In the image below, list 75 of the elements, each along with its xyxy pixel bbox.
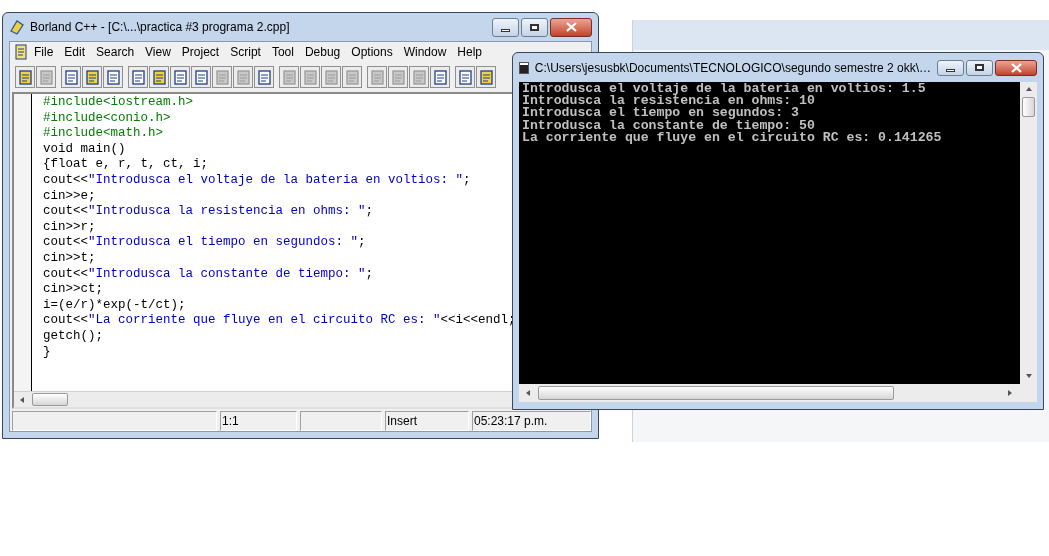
menu-item[interactable]: Project: [176, 43, 225, 61]
up-arrow-icon[interactable]: [1024, 85, 1033, 93]
menu-item[interactable]: Search: [91, 43, 140, 61]
window-title: Borland C++ - [C:\...\practica #3 programa 2.cpp]: [30, 19, 291, 36]
console-line: Introdusca la resistencia en ohms: 10: [522, 95, 815, 108]
tool-icon[interactable]: [103, 66, 123, 88]
maximize-button[interactable]: [521, 17, 548, 37]
code-line: #include<math.h>: [43, 126, 164, 142]
console-line: Introdusca el voltaje de la bateria en voltios: 1.5: [522, 83, 926, 96]
menu-item[interactable]: View: [140, 43, 176, 61]
tool-icon[interactable]: [149, 66, 169, 88]
menu-item[interactable]: Edit: [59, 43, 91, 61]
close-button[interactable]: [550, 17, 592, 37]
code-line: cin>>r;: [43, 219, 96, 236]
tool-icon[interactable]: [82, 66, 102, 88]
tool-icon[interactable]: [476, 66, 496, 88]
document-icon: [14, 44, 28, 60]
code-line: getch();: [43, 328, 103, 345]
menu-item[interactable]: Tool: [266, 43, 299, 61]
code-line: cout<<"Introdusca la resistencia en ohms: ";: [43, 204, 374, 220]
vertical-scrollbar[interactable]: [1020, 82, 1037, 384]
close-button[interactable]: [995, 59, 1037, 76]
menu-item[interactable]: File: [29, 43, 59, 61]
code-line: #include<conio.h>: [43, 110, 171, 127]
code-line: cout<<"Introdusca el tiempo en segundos: ";: [43, 235, 366, 251]
tool-icon[interactable]: [61, 66, 81, 88]
code-line: cin>>ct;: [43, 282, 103, 298]
menu-item[interactable]: Options: [346, 43, 398, 61]
status-cell: 05:23:17 p.m.: [472, 411, 591, 431]
code-line: cout<<"Introdusca la constante de tiempo: ";: [43, 266, 374, 283]
code-line: i=(e/r)*exp(-t/ct);: [43, 297, 186, 314]
app-icon: [9, 19, 25, 35]
left-arrow-icon[interactable]: [18, 395, 26, 404]
down-arrow-icon[interactable]: [1024, 372, 1033, 380]
code-line: cin>>e;: [43, 188, 96, 205]
scrollbar-thumb[interactable]: [538, 386, 894, 400]
console-line: Introdusca el tiempo en segundos: 3: [522, 107, 799, 120]
window-title: C:\Users\jesusbk\Documents\TECNOLOGICO\segundo semestre 2 okk\…: [534, 59, 931, 77]
maximize-icon: [530, 23, 539, 31]
horizontal-scrollbar[interactable]: [519, 384, 1037, 402]
tool-icon[interactable]: [191, 66, 211, 88]
close-icon: [1010, 62, 1022, 73]
tool-icon[interactable]: [170, 66, 190, 88]
menu-item[interactable]: Window: [398, 43, 452, 61]
maximize-icon: [975, 64, 984, 71]
menu-item[interactable]: Script: [225, 43, 266, 61]
right-arrow-icon[interactable]: [1006, 389, 1014, 397]
status-cell: Insert: [385, 411, 469, 431]
tool-icon[interactable]: [430, 66, 450, 88]
scrollbar-thumb[interactable]: [1022, 97, 1035, 117]
minimize-button[interactable]: [937, 59, 964, 76]
code-line: {float e, r, t, ct, i;: [43, 157, 209, 173]
code-line: void main(): [43, 141, 126, 158]
minimize-icon: [946, 69, 955, 72]
tool-icon[interactable]: [128, 66, 148, 88]
status-cell: 1:1: [220, 411, 297, 431]
code-line: cout<<"Introdusca el voltaje de la bateria en voltios: ";: [43, 172, 471, 189]
left-arrow-icon[interactable]: [524, 389, 532, 397]
close-icon: [565, 22, 577, 32]
maximize-button[interactable]: [966, 59, 993, 76]
scrollbar-thumb[interactable]: [32, 393, 68, 406]
minimize-button[interactable]: [492, 17, 519, 37]
code-line: }: [43, 344, 51, 361]
tool-icon[interactable]: [254, 66, 274, 88]
tool-icon[interactable]: [455, 66, 475, 88]
code-line: cout<<"La corriente que fluye en el circuito RC es: "<<i<<endl;: [43, 313, 516, 329]
tool-icon[interactable]: [15, 66, 35, 88]
console-icon: [519, 61, 529, 74]
code-line: cin>>t;: [43, 250, 96, 267]
code-line: #include<iostream.h>: [43, 95, 194, 111]
minimize-icon: [501, 28, 510, 32]
menu-item[interactable]: Help: [452, 43, 488, 61]
console-line: La corriente que fluye en el circuito RC es: 0.141265: [522, 131, 942, 144]
console-line: Introdusca la constante de tiempo: 50: [522, 119, 815, 132]
menu-item[interactable]: Debug: [299, 43, 346, 61]
